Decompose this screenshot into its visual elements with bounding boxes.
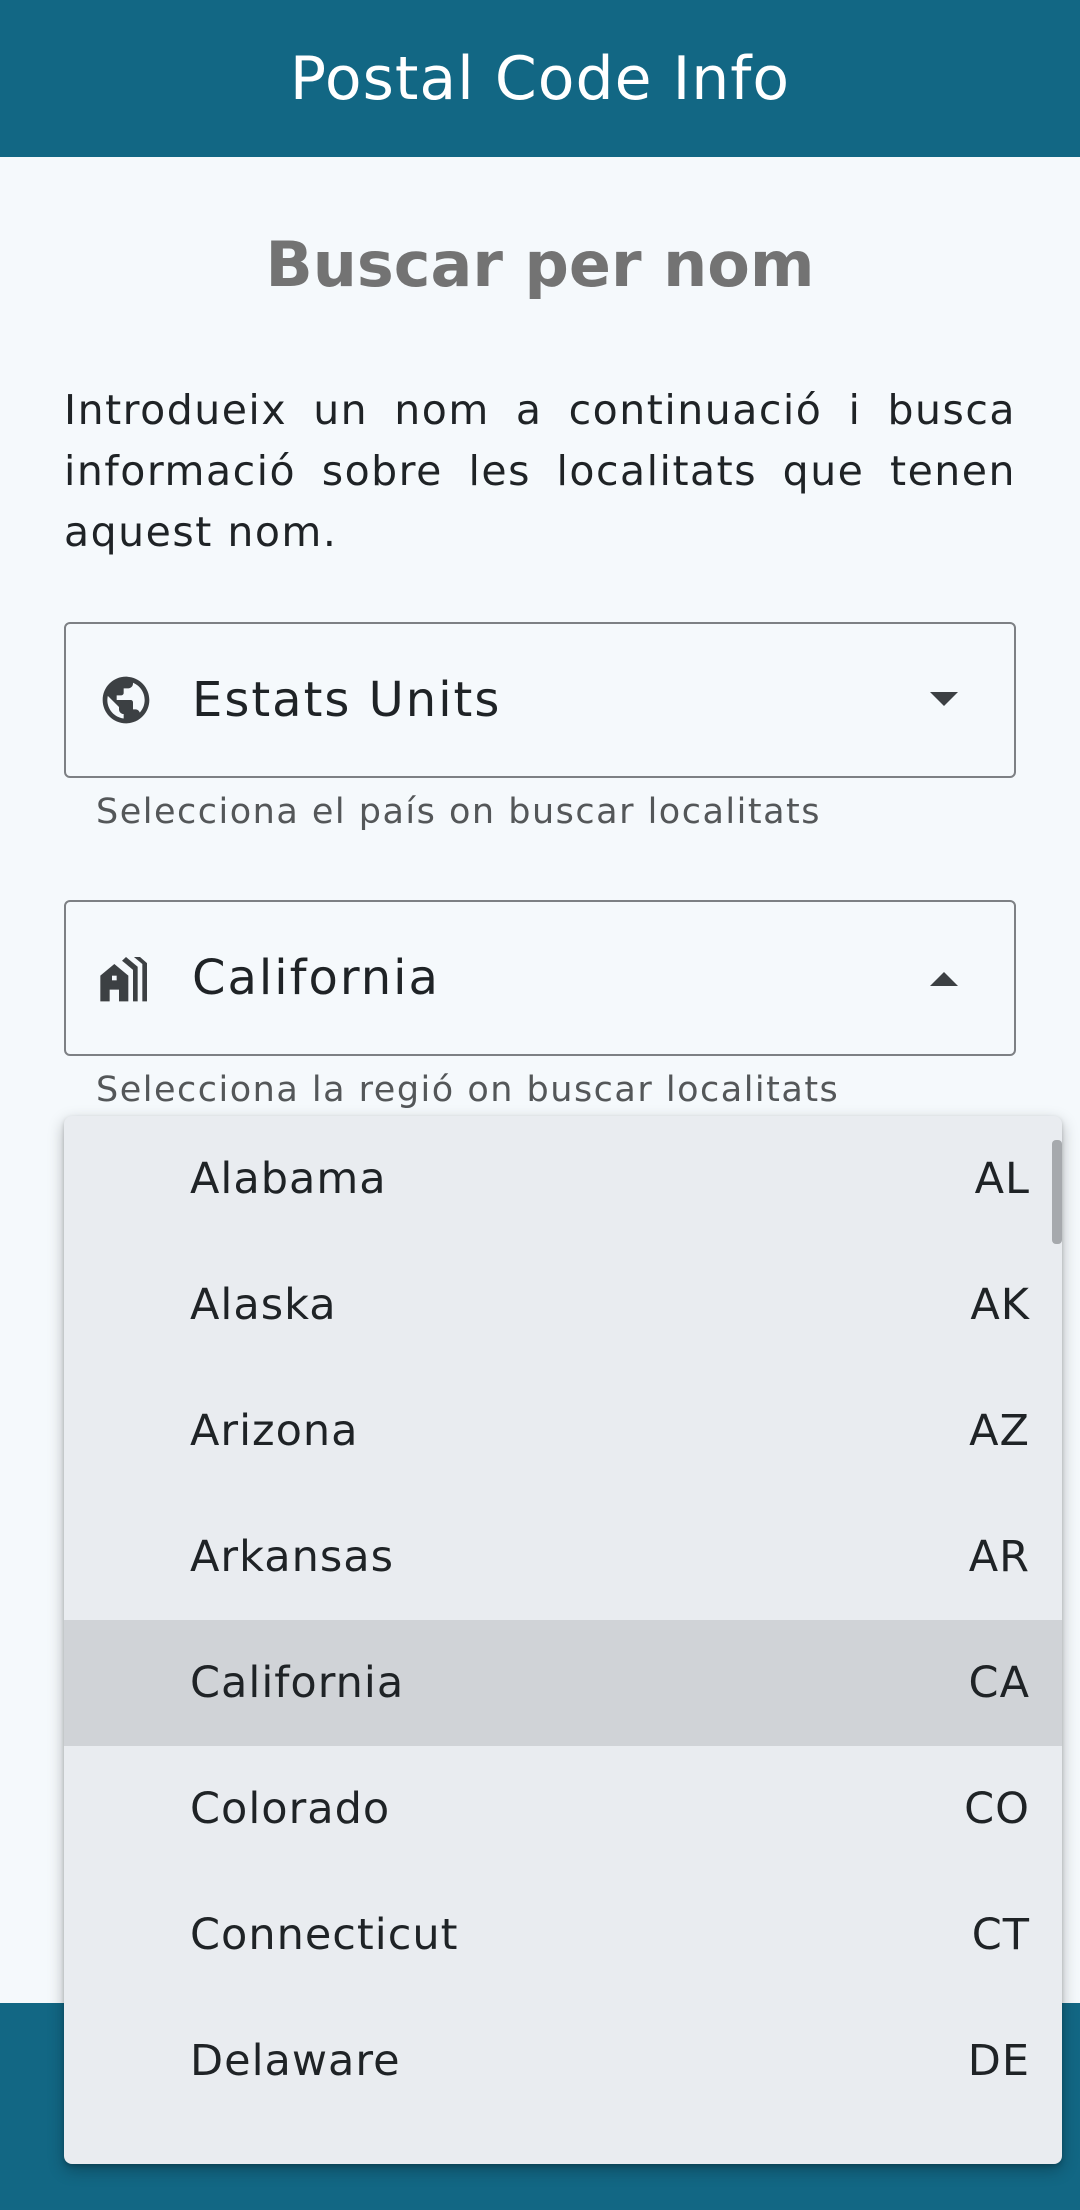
option-name: California xyxy=(190,1658,405,1708)
option-name: Arkansas xyxy=(190,1532,394,1582)
option-code: CO xyxy=(964,1784,1030,1834)
region-helper-text: Selecciona la regió on buscar localitats xyxy=(96,1070,840,1110)
region-option-delaware[interactable]: Delaware DE xyxy=(64,1998,1062,2124)
region-option-arizona[interactable]: Arizona AZ xyxy=(64,1368,1062,1494)
region-option-alaska[interactable]: Alaska AK xyxy=(64,1242,1062,1368)
region-value: California xyxy=(192,950,440,1006)
option-code: AR xyxy=(968,1532,1030,1582)
option-name: Alaska xyxy=(190,1280,337,1330)
option-code: DE xyxy=(967,2036,1030,2086)
option-code: CT xyxy=(971,1910,1030,1960)
globe-icon xyxy=(102,676,150,724)
region-option-alabama[interactable]: Alabama AL xyxy=(64,1116,1062,1242)
option-code: AL xyxy=(974,1154,1030,1204)
dropdown-arrow-down-icon xyxy=(930,692,958,706)
region-option-california[interactable]: California CA xyxy=(64,1620,1062,1746)
page-title: Buscar per nom xyxy=(265,228,815,301)
region-option-colorado[interactable]: Colorado CO xyxy=(64,1746,1062,1872)
option-code: AZ xyxy=(969,1406,1030,1456)
option-name: Arizona xyxy=(190,1406,359,1456)
region-option-connecticut[interactable]: Connecticut CT xyxy=(64,1872,1062,1998)
country-helper-text: Selecciona el país on buscar localitats xyxy=(96,792,821,832)
intro-text: Introdueix un nom a continuació i busca … xyxy=(64,386,1016,556)
country-value: Estats Units xyxy=(192,672,502,728)
region-dropdown-menu: Alabama AL Alaska AK Arizona AZ Arkansas… xyxy=(64,1116,1062,2164)
option-name: Delaware xyxy=(190,2036,401,2086)
option-name: Connecticut xyxy=(190,1910,459,1960)
app-title: Postal Code Info xyxy=(289,43,791,114)
option-name: Alabama xyxy=(190,1154,387,1204)
option-name: Colorado xyxy=(190,1784,391,1834)
dropdown-arrow-up-icon xyxy=(930,972,958,986)
region-option-arkansas[interactable]: Arkansas AR xyxy=(64,1494,1062,1620)
option-code: CA xyxy=(968,1658,1030,1708)
app-bar: Postal Code Info xyxy=(0,0,1080,157)
region-select[interactable]: California xyxy=(64,900,1016,1056)
option-code: AK xyxy=(970,1280,1030,1330)
dropdown-scrollbar[interactable] xyxy=(1052,1140,1062,1244)
country-select[interactable]: Estats Units xyxy=(64,622,1016,778)
city-icon xyxy=(100,957,147,1002)
